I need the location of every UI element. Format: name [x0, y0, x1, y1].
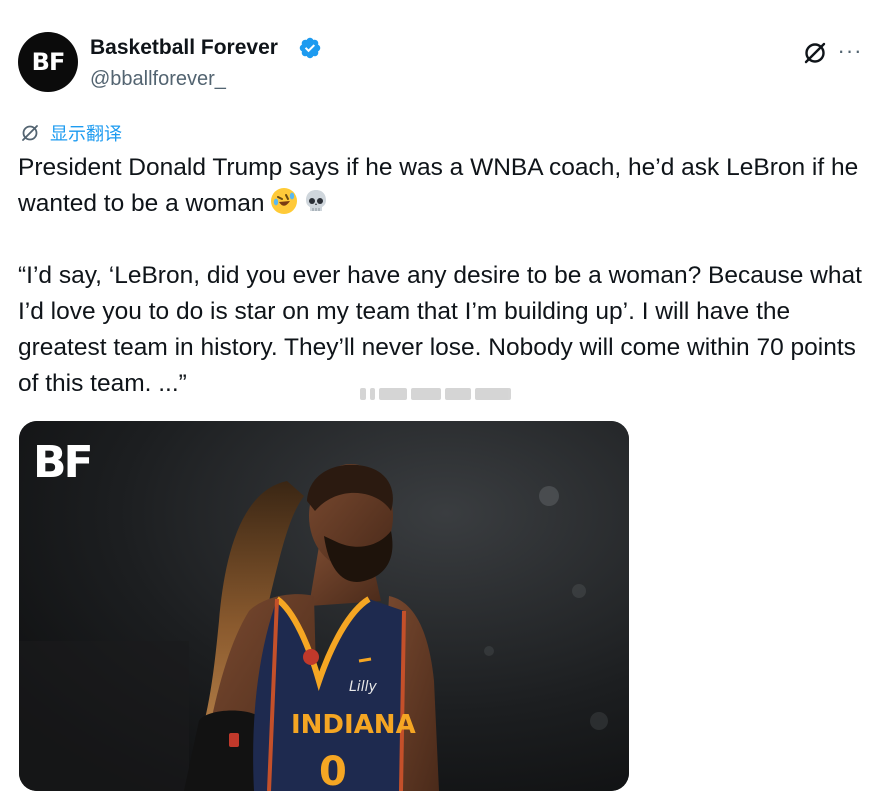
rofl-emoji-icon — [270, 188, 297, 214]
jersey-number: 0 — [319, 749, 347, 791]
grok-icon[interactable] — [802, 40, 828, 66]
avatar[interactable]: BF — [18, 32, 78, 92]
post-header: BF Basketball Forever @bballforever_ ··· — [18, 32, 862, 98]
skull-emoji-icon — [303, 188, 329, 214]
jersey-sponsor: Lilly — [349, 679, 377, 695]
more-options-icon[interactable]: ··· — [838, 38, 862, 64]
post-paragraph: President Donald Trump says if he was a … — [18, 150, 874, 222]
account-name[interactable]: Basketball Forever — [90, 36, 278, 60]
grok-icon — [22, 125, 38, 141]
show-translation-label[interactable]: 显示翻译 — [50, 120, 122, 146]
post-quote: “I’d say, ‘LeBron, did you ever have any… — [18, 262, 862, 397]
bf-logo-text: BF — [33, 437, 91, 485]
player-photo: Lilly INDIANA 0 — [19, 421, 629, 791]
post-line: President Donald Trump says if he was a … — [18, 154, 859, 217]
jersey-text: INDIANA — [291, 710, 416, 740]
bf-logo: BF — [33, 437, 94, 485]
account-handle[interactable]: @bballforever_ — [90, 68, 226, 91]
watermark — [360, 384, 516, 404]
verified-badge-icon — [299, 37, 321, 59]
show-translation-link[interactable]: 显示翻译 — [20, 120, 122, 146]
post-image[interactable]: Lilly INDIANA 0 BF — [19, 421, 629, 791]
post-text: President Donald Trump says if he was a … — [18, 150, 874, 402]
